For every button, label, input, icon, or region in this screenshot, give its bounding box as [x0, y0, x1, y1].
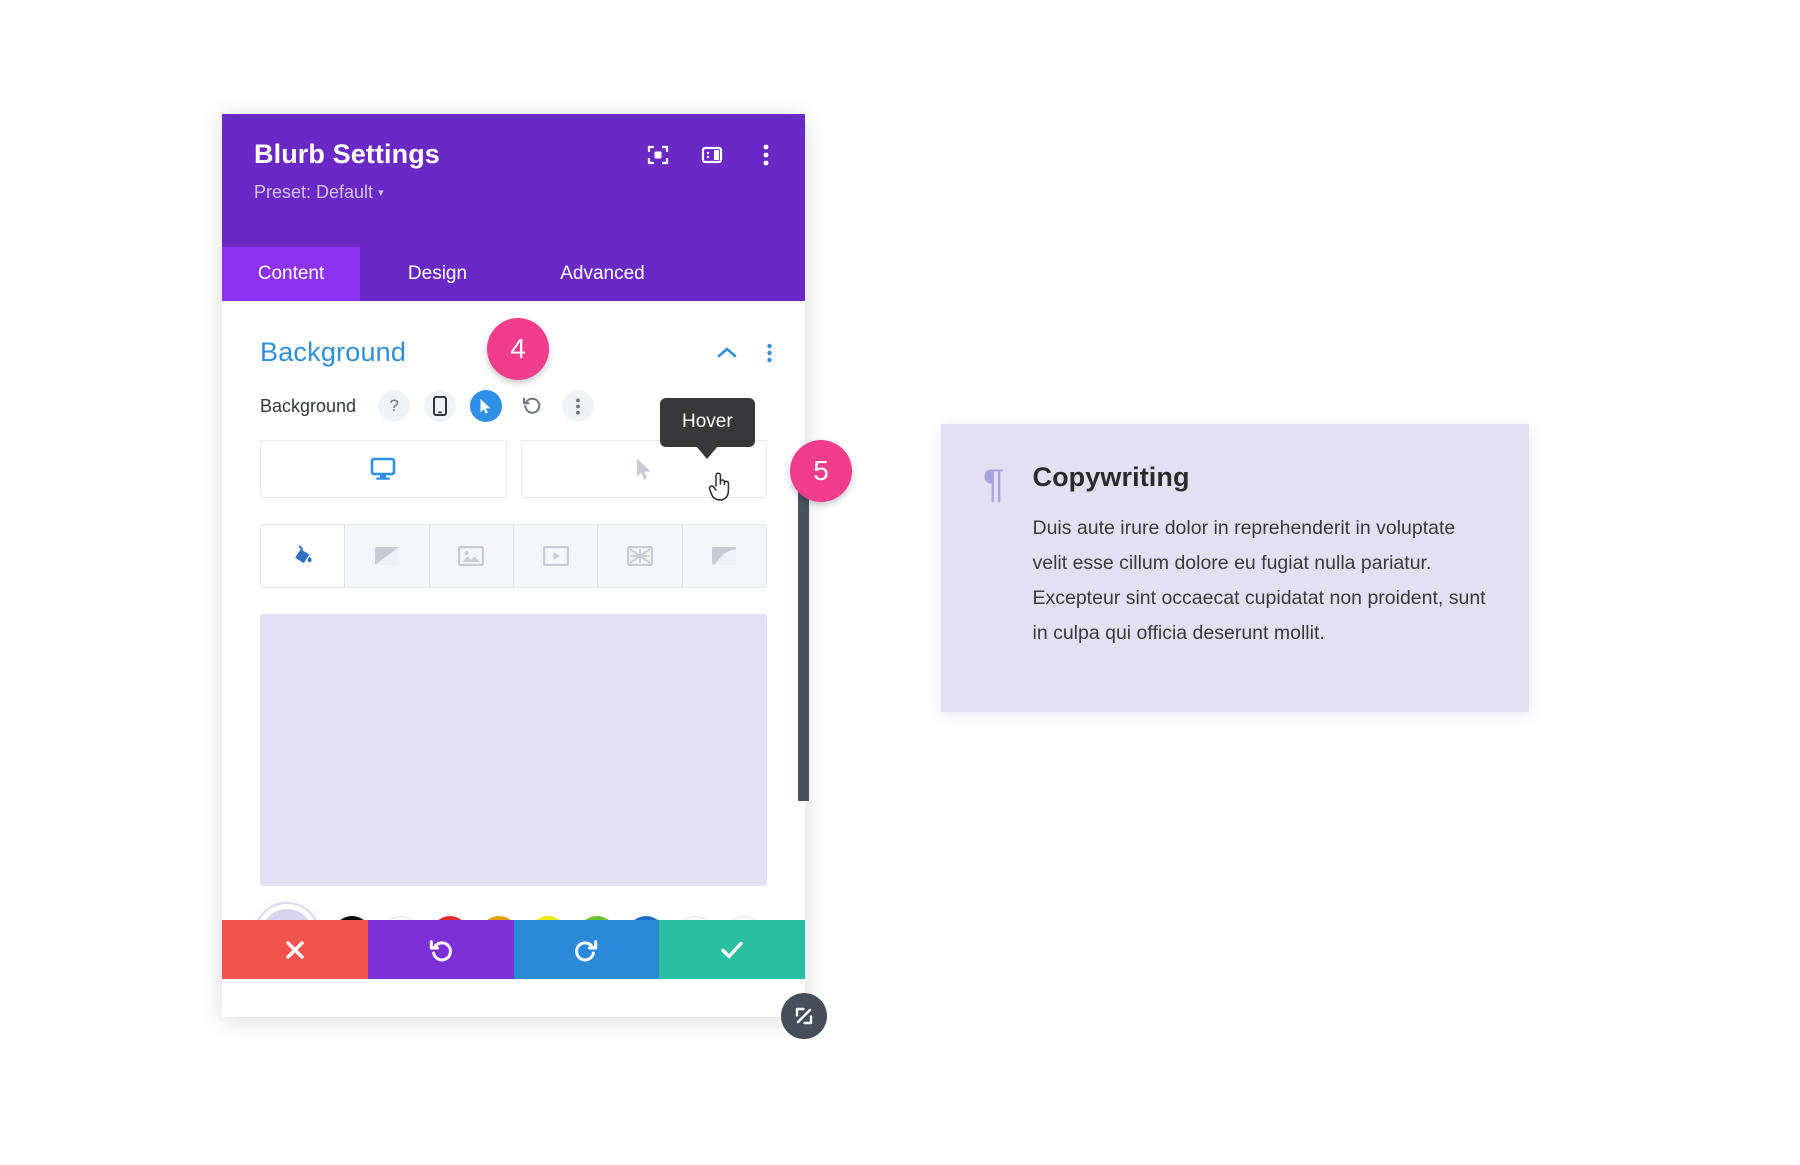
section-action-group — [717, 343, 779, 363]
bgtype-mask[interactable] — [683, 525, 766, 587]
resize-diagonal-icon — [795, 1007, 813, 1025]
step-badge-5: 5 — [790, 440, 852, 502]
help-icon[interactable]: ? — [378, 390, 411, 422]
focus-icon[interactable] — [645, 142, 671, 168]
pattern-icon — [626, 546, 653, 566]
section-kebab-menu-icon[interactable] — [759, 343, 779, 363]
desktop-icon — [370, 457, 396, 480]
copywriting-card: ¶ Copywriting Duis aute irure dolor in r… — [941, 424, 1529, 712]
redo-button[interactable] — [513, 920, 660, 979]
mobile-icon[interactable] — [424, 390, 457, 422]
copywriting-card-body: Copywriting Duis aute irure dolor in rep… — [1032, 460, 1489, 712]
resize-handle[interactable] — [781, 993, 827, 1039]
chevron-up-icon[interactable] — [717, 343, 737, 363]
tab-design[interactable]: Design — [360, 247, 515, 301]
mask-icon — [712, 547, 737, 565]
layout-icon[interactable] — [699, 142, 725, 168]
copywriting-card-text: Duis aute irure dolor in reprehenderit i… — [1032, 517, 1486, 644]
cancel-button[interactable] — [222, 920, 368, 979]
video-icon — [542, 546, 569, 566]
bgtype-image[interactable] — [430, 525, 514, 587]
bgtype-color[interactable] — [261, 525, 346, 587]
tab-content[interactable]: Content — [222, 247, 360, 301]
background-field-label: Background — [260, 395, 357, 416]
gradient-icon — [374, 547, 399, 565]
field-kebab-menu-icon[interactable] — [562, 390, 595, 422]
preset-selector[interactable]: Preset: Default ▾ — [254, 180, 779, 205]
hover-tooltip: Hover — [660, 398, 755, 459]
hover-state-icon[interactable] — [470, 390, 503, 422]
panel-header: Blurb Settings Preset: Default ▾ — [222, 114, 805, 247]
hand-pointer-cursor — [708, 472, 730, 501]
tab-advanced[interactable]: Advanced — [515, 247, 690, 301]
bgtype-pattern[interactable] — [598, 525, 683, 587]
preset-label: Preset: Default — [254, 182, 374, 202]
bgtype-gradient[interactable] — [345, 525, 430, 587]
color-preview-swatch[interactable] — [260, 614, 767, 886]
blurb-settings-panel: Blurb Settings Preset: Default ▾ Content… — [222, 114, 827, 1039]
kebab-menu-icon[interactable] — [753, 142, 779, 168]
image-icon — [458, 546, 485, 566]
panel-action-bar — [222, 920, 805, 979]
section-title: Background — [260, 337, 407, 367]
screen: Blurb Settings Preset: Default ▾ Content… — [0, 0, 1800, 1165]
step-badge-4: 4 — [487, 318, 549, 380]
bgtype-video[interactable] — [514, 525, 599, 587]
chevron-down-icon: ▾ — [378, 187, 384, 199]
header-icon-group — [645, 142, 779, 168]
background-type-toolbar — [260, 524, 767, 588]
vertical-scrollbar[interactable] — [798, 489, 809, 801]
background-state-tabs — [260, 440, 767, 498]
save-button[interactable] — [659, 920, 805, 979]
undo-button[interactable] — [367, 920, 514, 979]
reset-icon[interactable] — [516, 390, 548, 422]
copywriting-card-title: Copywriting — [1032, 462, 1190, 492]
paint-bucket-icon — [294, 545, 312, 564]
cursor-arrow-icon — [636, 458, 651, 480]
state-tab-desktop[interactable] — [260, 440, 507, 498]
pilcrow-icon: ¶ — [983, 462, 1005, 506]
panel-tabbar: Content Design Advanced — [222, 247, 805, 301]
